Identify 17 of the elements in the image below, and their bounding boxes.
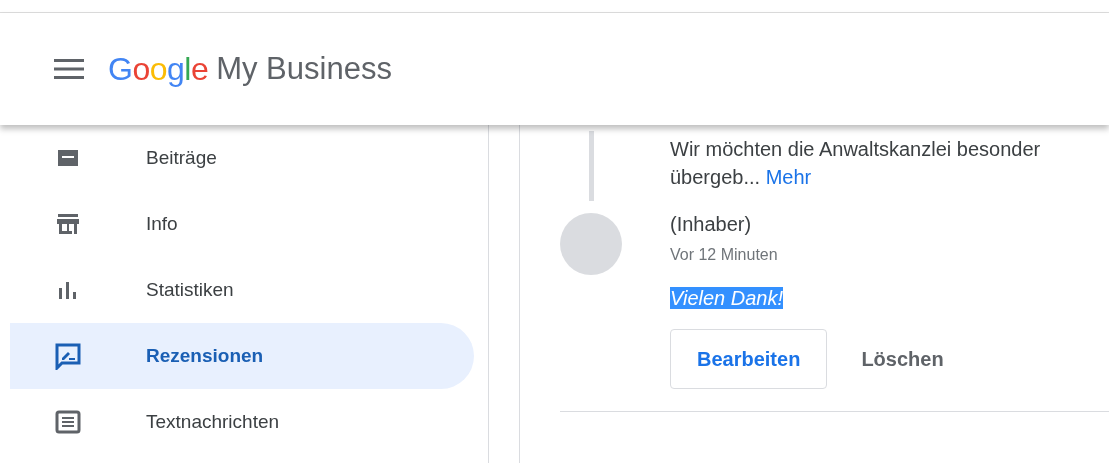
sidebar-item[interactable]: Textnachrichten [10, 389, 474, 455]
review-icon [54, 342, 82, 370]
logo: Google [108, 50, 209, 89]
sidebar-item[interactable]: Rezensionen [10, 323, 474, 389]
sidebar-item[interactable]: Beiträge [10, 125, 474, 191]
menu-icon[interactable] [54, 58, 84, 80]
message-icon [54, 408, 82, 436]
sidebar-item[interactable]: Info [10, 191, 474, 257]
review-text: Wir möchten die Anwaltskanzlei besonder übergeb... Mehr [670, 137, 1041, 190]
reply-text: Vielen Dank! [670, 287, 784, 309]
product-name: My Business [216, 49, 392, 88]
delete-button[interactable]: Löschen [835, 329, 970, 389]
author-name: (Inhaber) [670, 212, 753, 237]
more-link[interactable]: Mehr [765, 166, 812, 188]
edit-button[interactable]: Bearbeiten [670, 329, 828, 389]
sidebar-item[interactable]: Statistiken [10, 257, 474, 323]
timestamp: Vor 12 Minuten [670, 245, 779, 265]
